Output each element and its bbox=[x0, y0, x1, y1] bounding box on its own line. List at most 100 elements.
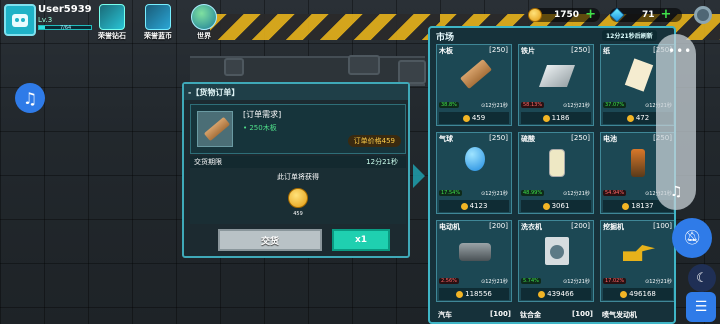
item-price: 4123 bbox=[439, 200, 509, 212]
market-header: 市场 12分21秒后刷新 bbox=[430, 28, 674, 44]
item-qty: [250] bbox=[571, 134, 590, 142]
player-username: User5939 bbox=[38, 4, 92, 15]
iron-sheet-icon bbox=[537, 57, 577, 95]
market-bottom-label: 钛合金 bbox=[520, 311, 541, 319]
item-name: 挖掘机 bbox=[603, 223, 624, 231]
player-avatar[interactable] bbox=[4, 4, 36, 36]
item-qty: [250] bbox=[489, 134, 508, 142]
item-timer: ⊙12分21秒 bbox=[563, 279, 590, 285]
market-bottom-label: [100] bbox=[490, 310, 512, 318]
item-name: 电动机 bbox=[439, 223, 460, 231]
cargo-order-panel: -【货物订单】 [订单需求] • 250木板 订单价格459 交货期限 12分2… bbox=[182, 82, 410, 258]
market-item-card[interactable]: 挖掘机 [100] 17.02% ⊙12分21秒 496168 bbox=[600, 220, 674, 302]
order-requirement: [订单需求] • 250木板 订单价格459 bbox=[190, 104, 406, 154]
item-price: 1186 bbox=[521, 112, 591, 124]
floating-toolbar: ••• ♫ bbox=[656, 34, 696, 210]
item-price: 3061 bbox=[521, 200, 591, 212]
honor-diamond-icon bbox=[99, 4, 125, 30]
world-button[interactable]: 世界 bbox=[184, 4, 224, 41]
coin-icon bbox=[538, 290, 546, 298]
item-qty: [200] bbox=[489, 222, 508, 230]
item-price: 496168 bbox=[603, 288, 673, 300]
item-timer: ⊙12分21秒 bbox=[481, 279, 508, 285]
item-name: 气球 bbox=[439, 135, 453, 143]
coin-icon bbox=[620, 290, 628, 298]
coin-icon bbox=[622, 202, 630, 210]
price-change: 54.94% bbox=[603, 190, 627, 196]
market-bottom-label: 喷气发动机 bbox=[602, 311, 637, 319]
honor-bluecoin-button[interactable]: 荣誉蓝币 bbox=[138, 4, 178, 41]
item-name: 电池 bbox=[603, 135, 617, 143]
item-name: 铁片 bbox=[521, 47, 535, 55]
market-item-card[interactable]: 洗衣机 [200] 5.74% ⊙12分21秒 439466 bbox=[518, 220, 594, 302]
excavator-icon bbox=[619, 233, 659, 271]
item-timer: ⊙12分21秒 bbox=[481, 103, 508, 109]
honor-bluecoin-icon bbox=[145, 4, 171, 30]
item-timer: ⊙12分21秒 bbox=[645, 279, 672, 285]
motor-icon bbox=[455, 233, 495, 271]
order-price: 订单价格459 bbox=[347, 135, 401, 147]
coin-icon bbox=[542, 202, 550, 210]
deliver-button[interactable]: 交货 bbox=[218, 229, 322, 251]
honor-diamond-button[interactable]: 荣誉钻石 bbox=[92, 4, 132, 41]
mute-bell-button[interactable]: 🔕︎ bbox=[672, 218, 712, 258]
price-change: 37.07% bbox=[603, 102, 627, 108]
price-change: 5.74% bbox=[521, 278, 541, 284]
coin-icon bbox=[626, 114, 634, 122]
gem-icon bbox=[609, 7, 625, 23]
item-price: 439466 bbox=[521, 288, 591, 300]
price-change: 48.99% bbox=[521, 190, 545, 196]
more-dots-icon[interactable]: ••• bbox=[668, 44, 692, 58]
player-level: Lv.3 bbox=[38, 16, 53, 24]
market-bottom-label: 汽车 bbox=[438, 311, 452, 319]
item-qty: [200] bbox=[571, 222, 590, 230]
price-change: 38.8% bbox=[439, 102, 459, 108]
coin-icon bbox=[288, 188, 308, 208]
coin-icon bbox=[542, 114, 550, 122]
order-title: -【货物订单】 bbox=[184, 84, 408, 100]
add-gems-button[interactable]: + bbox=[661, 8, 672, 21]
paper-icon bbox=[619, 57, 659, 95]
menu-button[interactable]: ☰ bbox=[686, 292, 716, 322]
settings-gear-icon[interactable] bbox=[694, 6, 712, 24]
acid-bottle-icon bbox=[537, 145, 577, 183]
market-bottom-label: [100] bbox=[572, 310, 594, 318]
item-name: 木板 bbox=[439, 47, 453, 55]
price-change: 58.13% bbox=[521, 102, 545, 108]
price-change: 2.56% bbox=[439, 278, 459, 284]
music-note-icon[interactable]: ♫ bbox=[670, 184, 683, 200]
item-name: 纸 bbox=[603, 47, 610, 55]
add-coins-button[interactable]: + bbox=[585, 8, 596, 21]
wood-plank-icon bbox=[197, 111, 233, 147]
market-item-card[interactable]: 气球 [250] 17.54% ⊙12分21秒 4123 bbox=[436, 132, 512, 214]
coin-balance: 1750 + bbox=[528, 8, 600, 22]
item-qty: [100] bbox=[653, 222, 672, 230]
order-reward: 此订单将获得 459 bbox=[190, 168, 406, 224]
item-price: 118556 bbox=[439, 288, 509, 300]
coin-icon bbox=[460, 202, 468, 210]
multiplier-button[interactable]: x1 bbox=[332, 229, 390, 251]
factory-machine bbox=[348, 55, 380, 75]
balloon-icon bbox=[455, 145, 495, 183]
price-change: 17.54% bbox=[439, 190, 463, 196]
price-change: 17.02% bbox=[603, 278, 627, 284]
market-panel: 市场 12分21秒后刷新 木板 [250] 38.8% ⊙12分21秒 459 铁片 [25… bbox=[428, 26, 676, 324]
item-name: 洗衣机 bbox=[521, 223, 542, 231]
globe-icon bbox=[191, 4, 217, 30]
market-item-card[interactable]: 铁片 [250] 58.13% ⊙12分21秒 1186 bbox=[518, 44, 594, 126]
factory-machine bbox=[224, 58, 244, 76]
delivery-deadline: 交货期限 12分21秒 bbox=[190, 156, 406, 168]
coin-icon bbox=[462, 114, 470, 122]
wood-plank-icon bbox=[455, 57, 495, 95]
item-timer: ⊙12分21秒 bbox=[481, 191, 508, 197]
coin-icon bbox=[456, 290, 464, 298]
item-price: 459 bbox=[439, 112, 509, 124]
market-item-card[interactable]: 木板 [250] 38.8% ⊙12分21秒 459 bbox=[436, 44, 512, 126]
factory-machine bbox=[398, 60, 426, 84]
market-item-card[interactable]: 硫酸 [250] 48.99% ⊙12分21秒 3061 bbox=[518, 132, 594, 214]
item-qty: [250] bbox=[571, 46, 590, 54]
night-mode-button[interactable]: ☾ bbox=[688, 264, 716, 292]
item-timer: ⊙12分21秒 bbox=[563, 191, 590, 197]
market-item-card[interactable]: 电动机 [200] 2.56% ⊙12分21秒 118556 bbox=[436, 220, 512, 302]
music-note-button[interactable]: ♫ bbox=[15, 83, 45, 113]
